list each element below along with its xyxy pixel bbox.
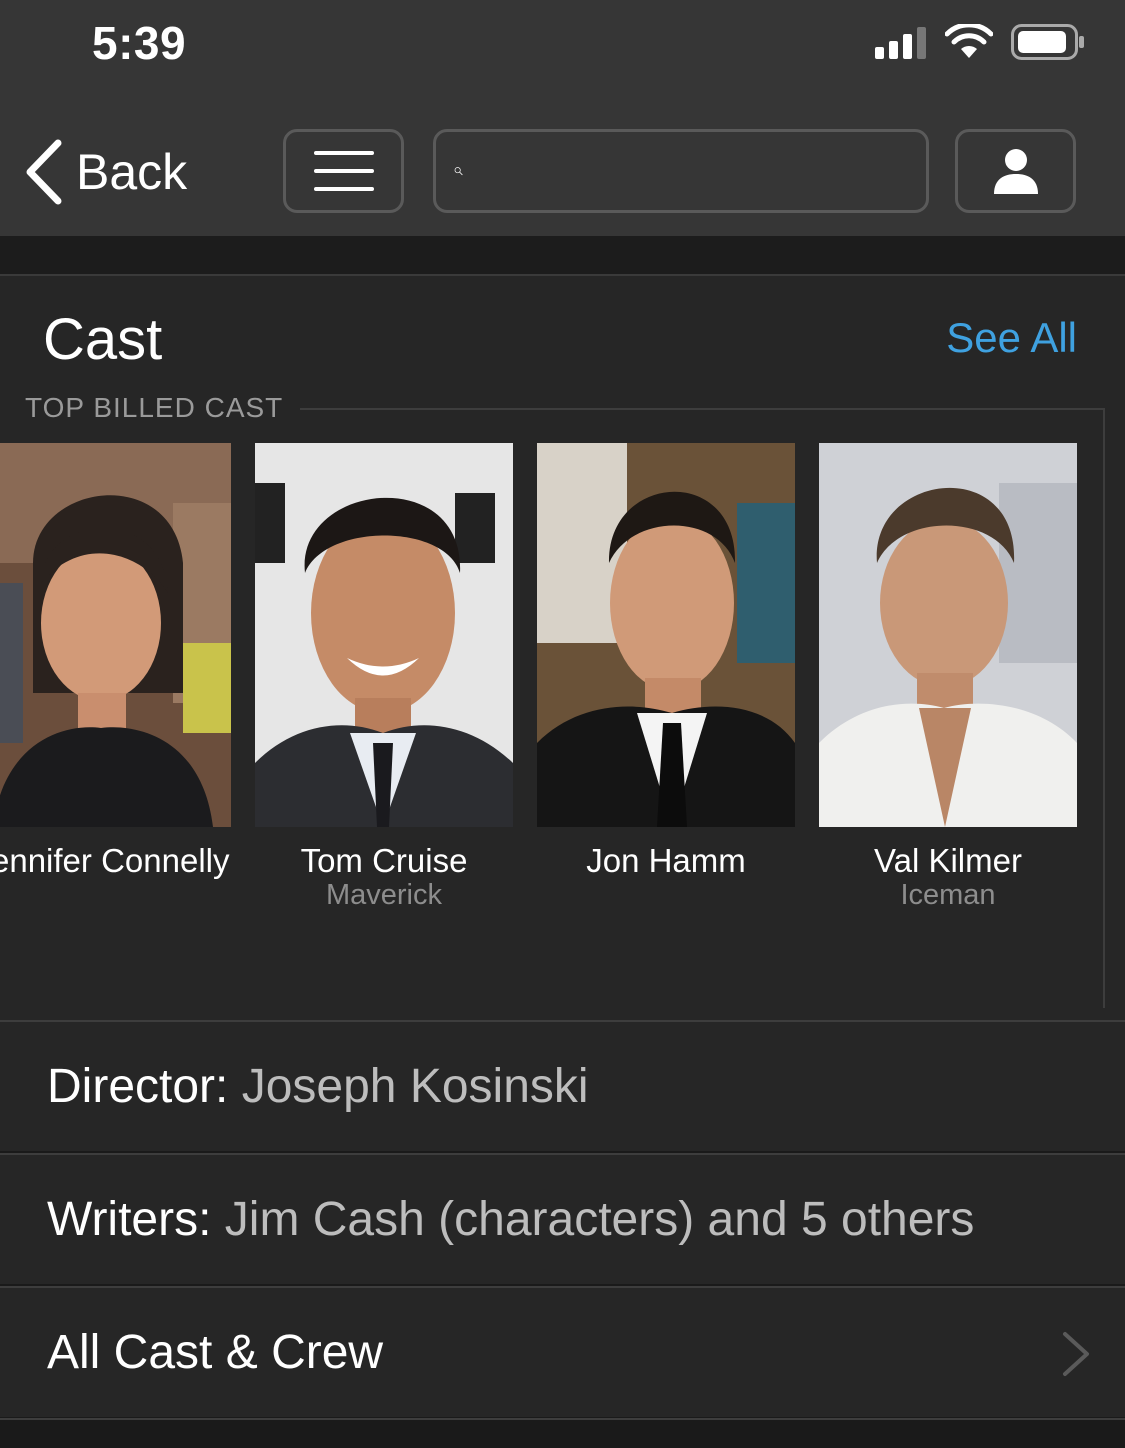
cast-name: Tom Cruise bbox=[300, 842, 468, 879]
search-icon bbox=[454, 167, 463, 176]
menu-button[interactable] bbox=[283, 129, 404, 213]
cast-carousel[interactable]: Jennifer Connelly Tom Cruise M bbox=[0, 443, 1103, 943]
chevron-left-icon bbox=[26, 139, 62, 205]
cast-name: Jennifer Connelly bbox=[0, 842, 230, 879]
search-field[interactable] bbox=[433, 129, 929, 213]
chevron-right-icon bbox=[1063, 1332, 1089, 1376]
director-value: Joseph Kosinski bbox=[241, 1060, 589, 1113]
writers-row[interactable]: Writers: Jim Cash (characters) and 5 oth… bbox=[0, 1153, 1125, 1284]
section-spacer bbox=[0, 236, 1125, 274]
cast-card-tom-cruise[interactable]: Tom Cruise Maverick bbox=[255, 443, 513, 943]
writers-text: Writers: Jim Cash (characters) and 5 oth… bbox=[47, 1155, 974, 1284]
cellular-signal-icon bbox=[875, 27, 926, 59]
cast-title: Cast bbox=[43, 307, 163, 372]
user-icon bbox=[993, 149, 1038, 194]
cast-role: Iceman bbox=[900, 879, 996, 911]
cast-photo bbox=[0, 443, 231, 827]
director-label: Director: bbox=[47, 1060, 229, 1113]
status-time: 5:39 bbox=[92, 17, 187, 69]
writers-label: Writers: bbox=[47, 1193, 212, 1246]
cast-card-jennifer-connelly[interactable]: Jennifer Connelly bbox=[0, 443, 231, 943]
search-input[interactable] bbox=[479, 140, 926, 202]
cast-name: Jon Hamm bbox=[586, 842, 746, 879]
hamburger-menu-icon bbox=[313, 151, 374, 191]
see-all-link[interactable]: See All bbox=[946, 314, 1077, 362]
back-label: Back bbox=[76, 144, 188, 200]
cast-role: Maverick bbox=[325, 879, 442, 911]
battery-icon bbox=[1011, 24, 1084, 60]
navigation-bar: 5:39 Back bbox=[0, 0, 1125, 236]
cast-section: Cast See All TOP BILLED CAST ennifer Con… bbox=[0, 276, 1125, 1020]
cast-photo bbox=[255, 443, 513, 827]
all-cast-crew-label: All Cast & Crew bbox=[47, 1326, 384, 1379]
director-text: Director: Joseph Kosinski bbox=[47, 1022, 589, 1151]
back-button[interactable]: Back bbox=[24, 138, 187, 206]
cast-card-jon-hamm[interactable]: Jon Hamm bbox=[537, 443, 795, 943]
all-cast-crew-text: All Cast & Crew bbox=[47, 1288, 383, 1417]
cast-name: Val Kilmer bbox=[874, 842, 1022, 879]
cast-photo bbox=[819, 443, 1077, 827]
all-cast-crew-row[interactable]: All Cast & Crew bbox=[0, 1286, 1125, 1417]
cast-card-val-kilmer[interactable]: Val Kilmer Iceman bbox=[819, 443, 1077, 943]
bottom-spacer bbox=[0, 1418, 1125, 1448]
wifi-icon bbox=[945, 24, 993, 58]
writers-value: Jim Cash (characters) and 5 others bbox=[224, 1193, 975, 1246]
top-billed-cast-heading: TOP BILLED CAST bbox=[25, 392, 284, 423]
cast-photo bbox=[537, 443, 795, 827]
divider bbox=[300, 408, 1104, 410]
divider bbox=[1103, 408, 1105, 1008]
status-icons bbox=[875, 22, 1085, 62]
profile-button[interactable] bbox=[955, 129, 1076, 213]
director-row[interactable]: Director: Joseph Kosinski bbox=[0, 1020, 1125, 1151]
